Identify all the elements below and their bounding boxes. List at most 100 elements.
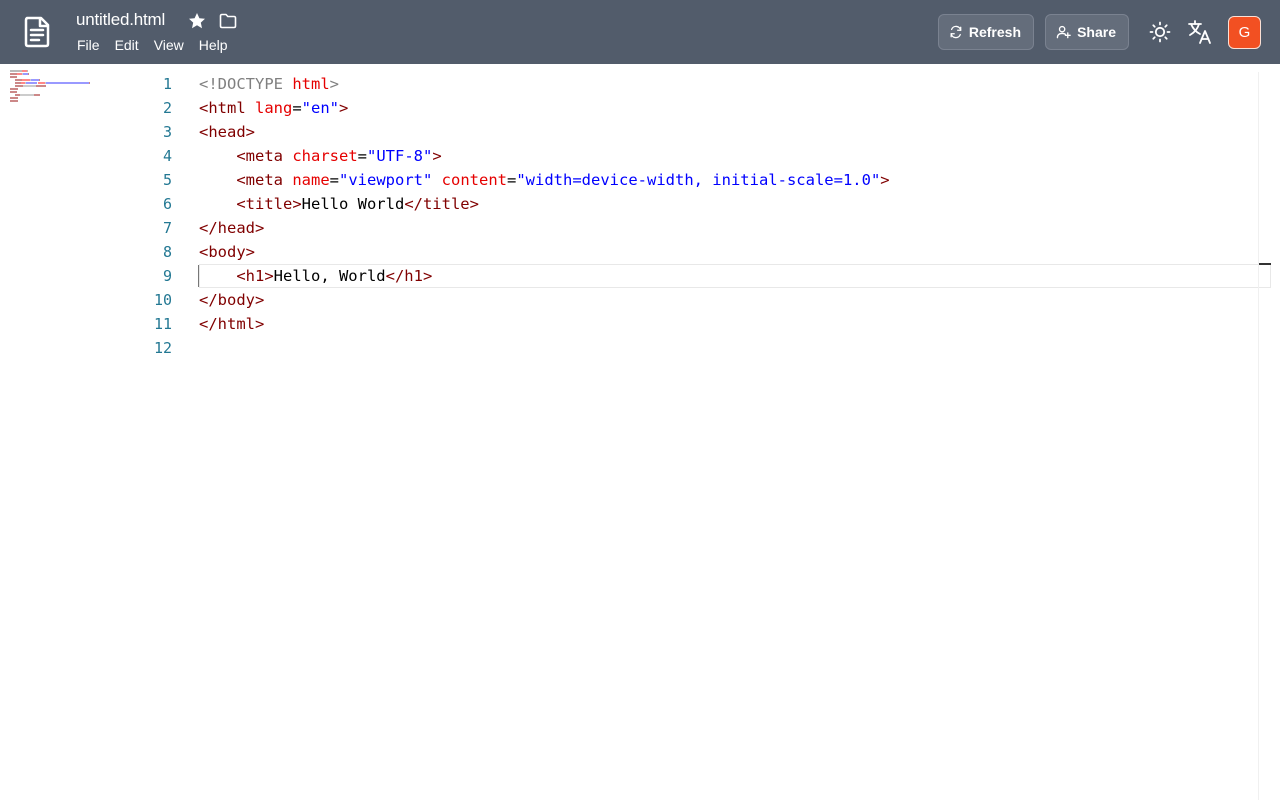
code-token: name bbox=[292, 171, 330, 189]
code-line[interactable]: </html> bbox=[199, 312, 1259, 336]
code-token: <meta bbox=[236, 147, 293, 165]
line-number: 7 bbox=[162, 219, 172, 237]
code-line[interactable]: <head> bbox=[199, 120, 1259, 144]
code-token: </head> bbox=[199, 219, 265, 237]
minimap-token bbox=[27, 70, 28, 72]
sun-icon[interactable] bbox=[1146, 18, 1174, 46]
minimap-line bbox=[10, 88, 90, 90]
menu-file[interactable]: File bbox=[77, 37, 100, 53]
code-token: </title> bbox=[404, 195, 479, 213]
minimap-line bbox=[10, 82, 90, 84]
code-token: "viewport" bbox=[339, 171, 433, 189]
code-token: <h1> bbox=[236, 267, 274, 285]
translate-icon[interactable] bbox=[1186, 18, 1214, 46]
line-number-gutter: 1 2 3 4 5 6 7 8 9 10 11 12 bbox=[120, 72, 172, 360]
minimap-line bbox=[10, 91, 90, 93]
line-number: 8 bbox=[162, 243, 172, 261]
minimap[interactable] bbox=[10, 70, 90, 110]
code-line[interactable]: <html lang="en"> bbox=[199, 96, 1259, 120]
minimap-token bbox=[46, 82, 90, 84]
refresh-label: Refresh bbox=[968, 24, 1021, 40]
minimap-token bbox=[31, 79, 39, 81]
minimap-line bbox=[10, 94, 90, 96]
code-token: lang bbox=[255, 99, 293, 117]
minimap-token bbox=[10, 88, 18, 90]
text-cursor bbox=[198, 265, 199, 287]
menu-view[interactable]: View bbox=[154, 37, 184, 53]
code-content[interactable]: <!DOCTYPE html> <html lang="en"> <head> <m… bbox=[199, 72, 1271, 360]
minimap-line bbox=[10, 85, 90, 87]
top-bar: untitled.html File Edit View Help Refres… bbox=[0, 0, 1280, 64]
minimap-line bbox=[10, 100, 90, 102]
star-icon[interactable] bbox=[187, 11, 207, 31]
code-line[interactable]: <h1>Hello, World</h1> bbox=[199, 264, 1271, 288]
share-button[interactable]: Share bbox=[1045, 14, 1129, 50]
line-number: 11 bbox=[153, 315, 172, 333]
code-token: <body> bbox=[199, 243, 255, 261]
code-token: "en" bbox=[301, 99, 339, 117]
code-token: Hello, World bbox=[273, 267, 386, 285]
minimap-token bbox=[89, 82, 90, 84]
code-token: Hello World bbox=[301, 195, 405, 213]
code-token: = bbox=[329, 171, 339, 189]
minimap-token bbox=[23, 85, 36, 87]
line-number: 5 bbox=[162, 171, 172, 189]
line-number: 9 bbox=[162, 267, 172, 285]
avatar[interactable]: G bbox=[1228, 16, 1261, 49]
minimap-token bbox=[39, 79, 40, 81]
line-number: 1 bbox=[162, 75, 172, 93]
code-token: <html bbox=[199, 99, 255, 117]
code-line[interactable]: <body> bbox=[199, 240, 1259, 264]
minimap-token bbox=[38, 82, 46, 84]
minimap-token bbox=[10, 100, 18, 102]
document-icon[interactable] bbox=[20, 15, 54, 49]
minimap-line bbox=[10, 70, 90, 72]
line-number: 3 bbox=[162, 123, 172, 141]
code-line[interactable]: <meta name="viewport" content="width=dev… bbox=[199, 168, 1259, 192]
code-token: charset bbox=[292, 147, 358, 165]
code-token: <title> bbox=[236, 195, 302, 213]
menu-help[interactable]: Help bbox=[199, 37, 228, 53]
code-token: content bbox=[441, 171, 507, 189]
code-line[interactable]: </body> bbox=[199, 288, 1259, 312]
code-token: > bbox=[329, 75, 339, 93]
code-editor[interactable]: 1 2 3 4 5 6 7 8 9 10 11 12 <!DOCTYPE html> <html lan… bbox=[0, 64, 1280, 800]
vertical-scrollbar[interactable] bbox=[1258, 72, 1272, 800]
line-number: 4 bbox=[162, 147, 172, 165]
minimap-token bbox=[28, 73, 29, 75]
code-line[interactable]: <!DOCTYPE html> bbox=[199, 72, 1259, 96]
minimap-token bbox=[10, 97, 18, 99]
code-line[interactable]: <title>Hello World</title> bbox=[199, 192, 1259, 216]
minimap-token bbox=[22, 79, 30, 81]
code-token: </html> bbox=[199, 315, 265, 333]
code-token: html bbox=[292, 75, 330, 93]
minimap-token bbox=[15, 79, 22, 81]
share-label: Share bbox=[1077, 24, 1116, 40]
minimap-line bbox=[10, 79, 90, 81]
code-token: "UTF-8" bbox=[367, 147, 433, 165]
file-name[interactable]: untitled.html bbox=[76, 10, 165, 30]
folder-icon[interactable] bbox=[218, 11, 238, 31]
line-number: 2 bbox=[162, 99, 172, 117]
minimap-line bbox=[10, 76, 90, 78]
minimap-line bbox=[10, 73, 90, 75]
code-token: <!DOCTYPE bbox=[199, 75, 293, 93]
minimap-token bbox=[10, 70, 22, 72]
minimap-token bbox=[36, 85, 46, 87]
minimap-token bbox=[10, 91, 17, 93]
minimap-token bbox=[10, 76, 17, 78]
menu-edit[interactable]: Edit bbox=[115, 37, 139, 53]
code-token: > bbox=[339, 99, 349, 117]
refresh-icon bbox=[950, 25, 962, 39]
menu-bar: File Edit View Help bbox=[77, 37, 243, 53]
code-line[interactable]: </head> bbox=[199, 216, 1259, 240]
minimap-token bbox=[20, 94, 34, 96]
code-line[interactable]: <meta charset="UTF-8"> bbox=[199, 144, 1259, 168]
refresh-button[interactable]: Refresh bbox=[938, 14, 1034, 50]
code-line[interactable] bbox=[199, 336, 1259, 360]
code-token: </h1> bbox=[385, 267, 433, 285]
